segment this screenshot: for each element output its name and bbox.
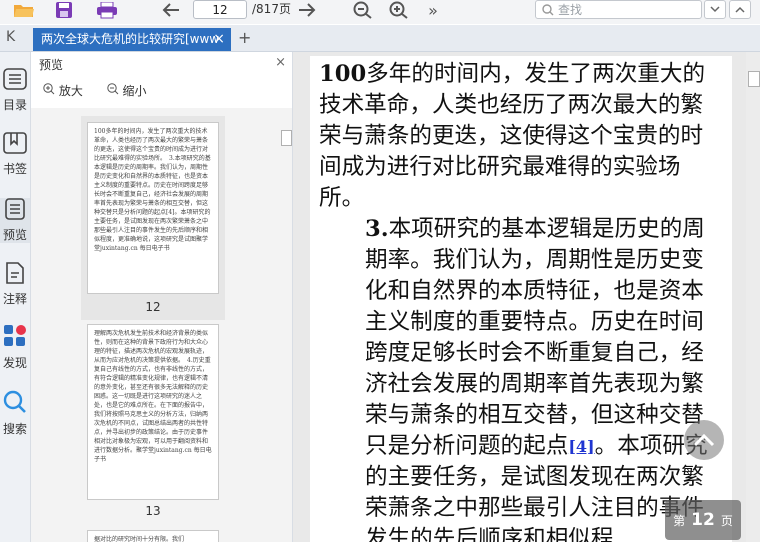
collapse-sidebar-button[interactable]: K: [6, 29, 15, 45]
paragraph-1: 100多年的时间内，发生了两次重大的技术革命，人类也经历了两次最大的繁荣与萧条的…: [319, 59, 719, 214]
note-icon: [6, 262, 24, 284]
toolbar: 12 /817页 » 查找: [0, 0, 760, 24]
thumbnail-number: 13: [145, 504, 161, 518]
panel-close-icon[interactable]: ×: [275, 55, 286, 70]
page-indicator-prefix: 第: [673, 514, 686, 528]
next-page-icon[interactable]: [296, 0, 318, 20]
list-icon: [3, 68, 27, 90]
thumbnail-list: 100多年的时间内，发生了两次重大的技术革命，人类也经历了两次最大的繁荣与萧条的…: [31, 108, 279, 542]
rail-label-search: 搜索: [2, 422, 27, 436]
chevron-down-icon: [710, 6, 720, 13]
tab-bar: K 两次全球大危机的比较研究[www × +: [0, 25, 760, 52]
rail-item-toc[interactable]: 目录: [0, 68, 30, 113]
apps-icon: [4, 325, 26, 346]
document-text: 100多年的时间内，发生了两次重大的技术革命，人类也经历了两次最大的繁荣与萧条的…: [319, 59, 719, 542]
rail-item-discover[interactable]: 发现: [0, 324, 30, 371]
page-indicator-badge: 第 12 页: [665, 500, 741, 540]
document-scrollbar-thumb[interactable]: [748, 71, 760, 87]
rail-label-preview: 预览: [2, 228, 27, 242]
rail-label-discover: 发现: [2, 356, 27, 370]
zoom-controls: 放大 缩小: [43, 82, 167, 99]
tab-close-icon[interactable]: ×: [213, 28, 225, 50]
save-icon[interactable]: [54, 0, 74, 20]
zoom-in-icon[interactable]: [388, 0, 410, 20]
document-scrollbar[interactable]: [746, 52, 760, 542]
search-up-button[interactable]: [729, 0, 751, 19]
zoom-in-icon: [43, 83, 55, 95]
thumbnail-page-12[interactable]: 100多年的时间内，发生了两次重大的技术革命，人类也经历了两次最大的繁荣与萧条的…: [81, 116, 225, 320]
rail-item-search[interactable]: 搜索: [0, 390, 30, 437]
thumbnail-text: 理解两次危机发生前技术和经济背景的类似性，则而在这种的背景下政府行为和大众心理的…: [87, 324, 219, 500]
tab-document[interactable]: 两次全球大危机的比较研究[www ×: [33, 28, 231, 51]
panel-zoom-out-button[interactable]: 缩小: [106, 83, 157, 98]
footnote-link[interactable]: [4]: [568, 437, 594, 456]
thumbnail-page-14[interactable]: 据对比的研究时间十分有限。我们: [81, 526, 225, 542]
thumbnail-page-13[interactable]: 理解两次危机发生前技术和经济背景的类似性，则而在这种的背景下政府行为和大众心理的…: [81, 320, 225, 520]
panel-title: 预览: [39, 58, 64, 72]
panel-scrollbar-thumb[interactable]: [281, 130, 292, 146]
zoom-out-icon[interactable]: [352, 0, 374, 20]
search-placeholder: 查找: [558, 3, 583, 17]
previous-page-icon[interactable]: [160, 0, 182, 20]
page-number-input[interactable]: 12: [193, 0, 247, 19]
pages-icon: [5, 198, 25, 220]
zoom-out-icon: [106, 83, 119, 95]
zoom-in-label: 放大: [58, 84, 83, 98]
rail-item-preview[interactable]: 预览: [0, 198, 30, 243]
more-tools-icon[interactable]: »: [424, 0, 442, 20]
thumbnail-number: 12: [145, 300, 161, 314]
scroll-to-top-button[interactable]: [684, 420, 724, 460]
panel-scrollbar[interactable]: [279, 108, 292, 542]
page-indicator-number: 12: [691, 510, 715, 530]
rail-label-toc: 目录: [2, 98, 27, 112]
page-total-label: /817页: [252, 2, 291, 16]
search-icon: [542, 4, 554, 16]
rail-label-bookmarks: 书签: [2, 162, 27, 176]
thumbnail-text: 据对比的研究时间十分有限。我们: [87, 530, 219, 542]
paragraph-2: 3.本项研究的基本逻辑是历史的周期率。我们认为，周期性是历史变化和自然界的本质特…: [319, 214, 719, 542]
search-icon: [3, 390, 26, 413]
paragraph-2-lead: 3.: [365, 216, 389, 242]
panel-zoom-in-button[interactable]: 放大: [43, 83, 97, 98]
paragraph-1-text: 多年的时间内，发生了两次重大的技术革命，人类也经历了两次最大的繁荣与萧条的更迭，…: [319, 61, 706, 211]
thumbnail-text: 100多年的时间内，发生了两次重大的技术革命，人类也经历了两次最大的繁荣与萧条的…: [87, 122, 219, 294]
paragraph-1-lead: 100: [319, 61, 367, 87]
rail-item-annotations[interactable]: 注释: [0, 262, 30, 307]
zoom-out-label: 缩小: [122, 84, 147, 98]
left-rail: 目录 书签 预览 注释 发现 搜索: [0, 52, 31, 542]
chevron-up-icon: [693, 433, 715, 447]
chevron-up-icon: [735, 6, 745, 13]
preview-panel: 预览 × 放大 缩小 100多年的时间内，发生了两次重大的技术革命，人类也经历了…: [31, 52, 293, 542]
print-icon[interactable]: [95, 0, 119, 20]
tab-title: 两次全球大危机的比较研究[www: [41, 32, 220, 46]
new-tab-button[interactable]: +: [238, 28, 251, 48]
rail-item-bookmarks[interactable]: 书签: [0, 132, 30, 177]
open-folder-icon[interactable]: [12, 0, 36, 20]
page-indicator-suffix: 页: [720, 514, 733, 528]
document-page: 100多年的时间内，发生了两次重大的技术革命，人类也经历了两次最大的繁荣与萧条的…: [310, 56, 732, 542]
bookmark-icon: [3, 132, 27, 154]
rail-label-annotations: 注释: [2, 292, 27, 306]
search-down-button[interactable]: [704, 0, 726, 19]
search-input[interactable]: 查找: [535, 0, 702, 19]
paragraph-2-text: 本项研究的基本逻辑是历史的周期率。我们认为，周期性是历史变化和自然界的本质特征，…: [365, 216, 705, 459]
